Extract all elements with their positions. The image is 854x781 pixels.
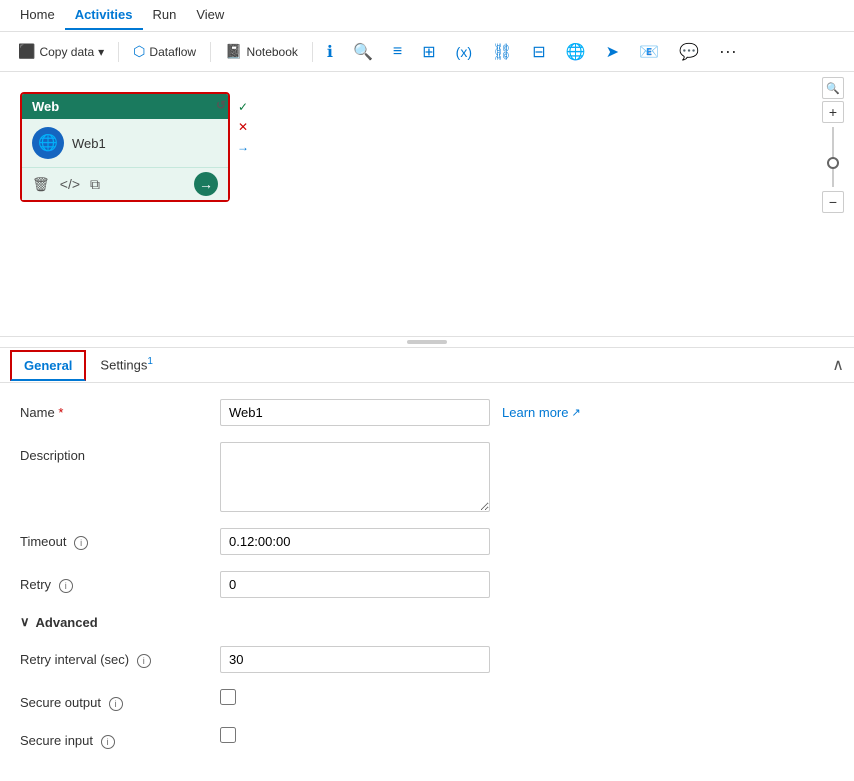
name-input[interactable]: [220, 399, 490, 426]
resize-handle[interactable]: [0, 337, 854, 348]
name-required: *: [58, 405, 63, 420]
connect-button[interactable]: ⛓: [484, 38, 520, 66]
dataflow-icon: ⬡: [133, 43, 145, 60]
activity-globe-icon: 🌐: [32, 127, 64, 159]
separator3: [312, 42, 313, 62]
collapse-panel-button[interactable]: ∧: [832, 355, 844, 375]
skip-action-icon[interactable]: →: [234, 138, 252, 156]
code-icon[interactable]: </>: [60, 176, 80, 192]
secure-output-checkbox[interactable]: [220, 689, 236, 705]
resize-bar: [407, 340, 447, 344]
zoom-thumb[interactable]: [827, 157, 839, 169]
learn-more-link[interactable]: Learn more ↗: [502, 399, 581, 420]
delete-icon[interactable]: 🗑: [32, 176, 50, 193]
canvas-area: 🔍 + − Web ↺ 🌐 Web1 ✓ ✕ → 🗑 </> ⧉ →: [0, 72, 854, 337]
zoom-controls: 🔍 + −: [822, 77, 844, 213]
retry-label: Retry i: [20, 571, 220, 593]
activity-name-label: Web1: [72, 136, 218, 151]
timeout-row: Timeout i: [20, 528, 834, 555]
settings-badge: 1: [147, 356, 153, 367]
activity-actions: ✓ ✕ →: [234, 98, 252, 156]
retry-interval-input[interactable]: [220, 646, 490, 673]
variable-button[interactable]: (x): [448, 40, 480, 64]
copy-data-button[interactable]: ⬛ Copy data ▾: [10, 39, 112, 64]
search-toolbar-button[interactable]: 🔍: [345, 38, 381, 66]
retry-interval-label: Retry interval (sec) i: [20, 646, 220, 668]
secure-output-row: Secure output i: [20, 689, 834, 711]
secure-output-label: Secure output i: [20, 689, 220, 711]
teams-button[interactable]: 💬: [671, 38, 707, 66]
description-row: Description: [20, 442, 834, 512]
pipeline-button[interactable]: ≡: [385, 39, 410, 65]
copy-data-icon: ⬛: [18, 43, 35, 60]
name-row: Name * Learn more ↗: [20, 399, 834, 426]
secure-input-label: Secure input i: [20, 727, 220, 749]
notebook-button[interactable]: 📓 Notebook: [217, 39, 306, 64]
separator2: [210, 42, 211, 62]
description-label: Description: [20, 442, 220, 463]
timeout-label: Timeout i: [20, 528, 220, 550]
activity-type-label: Web: [32, 99, 59, 114]
top-navigation: Home Activities Run View: [0, 0, 854, 32]
form-area: Name * Learn more ↗ Description Timeout …: [0, 383, 854, 781]
loop-icon: ↺: [216, 98, 226, 112]
activity-header: Web ↺: [22, 94, 228, 119]
timeout-info-icon[interactable]: i: [74, 536, 88, 550]
advanced-section-toggle[interactable]: ∨ Advanced: [20, 614, 834, 630]
activity-footer: 🗑 </> ⧉ →: [22, 167, 228, 200]
zoom-in-button[interactable]: +: [822, 101, 844, 123]
zoom-track: [832, 127, 834, 187]
nav-home[interactable]: Home: [10, 1, 65, 30]
zoom-out-button[interactable]: −: [822, 191, 844, 213]
name-label: Name *: [20, 399, 220, 420]
retry-input[interactable]: [220, 571, 490, 598]
chevron-down-icon: ▾: [98, 45, 104, 59]
chevron-down-advanced-icon: ∨: [20, 614, 30, 630]
globe-toolbar-button[interactable]: 🌐: [558, 38, 594, 66]
dataflow-button[interactable]: ⬡ Dataflow: [125, 39, 204, 64]
retry-interval-row: Retry interval (sec) i: [20, 646, 834, 673]
nav-view[interactable]: View: [186, 1, 234, 30]
expand-button[interactable]: ⊞: [414, 38, 443, 66]
external-link-icon: ↗: [571, 406, 580, 419]
fail-action-icon[interactable]: ✕: [234, 118, 252, 136]
bottom-panel: General Settings1 ∧ Name * Learn more ↗ …: [0, 348, 854, 781]
notebook-icon: 📓: [225, 43, 242, 60]
separator: [118, 42, 119, 62]
zoom-search-icon[interactable]: 🔍: [822, 77, 844, 99]
secure-input-row: Secure input i: [20, 727, 834, 749]
tab-settings[interactable]: Settings1: [86, 348, 167, 382]
retry-info-icon[interactable]: i: [59, 579, 73, 593]
retry-row: Retry i: [20, 571, 834, 598]
arrange-button[interactable]: ⊟: [524, 38, 553, 66]
info-toolbar-button[interactable]: ℹ: [319, 38, 341, 66]
timeout-input[interactable]: [220, 528, 490, 555]
description-input[interactable]: [220, 442, 490, 512]
activity-node-web1[interactable]: Web ↺ 🌐 Web1 ✓ ✕ → 🗑 </> ⧉ →: [20, 92, 230, 202]
nav-activities[interactable]: Activities: [65, 1, 143, 30]
send-button[interactable]: ➤: [598, 38, 627, 66]
retry-interval-info-icon[interactable]: i: [137, 654, 151, 668]
copy-icon[interactable]: ⧉: [90, 176, 100, 193]
more-button[interactable]: ···: [711, 37, 745, 66]
run-arrow-button[interactable]: →: [194, 172, 218, 196]
toolbar: ⬛ Copy data ▾ ⬡ Dataflow 📓 Notebook ℹ 🔍 …: [0, 32, 854, 72]
activity-body: 🌐 Web1 ✓ ✕ →: [22, 119, 228, 167]
outlook-button[interactable]: 📧: [631, 38, 667, 66]
success-action-icon[interactable]: ✓: [234, 98, 252, 116]
secure-output-info-icon[interactable]: i: [109, 697, 123, 711]
tabs-bar: General Settings1 ∧: [0, 348, 854, 383]
secure-input-info-icon[interactable]: i: [101, 735, 115, 749]
tab-general[interactable]: General: [10, 350, 86, 381]
nav-run[interactable]: Run: [143, 1, 187, 30]
